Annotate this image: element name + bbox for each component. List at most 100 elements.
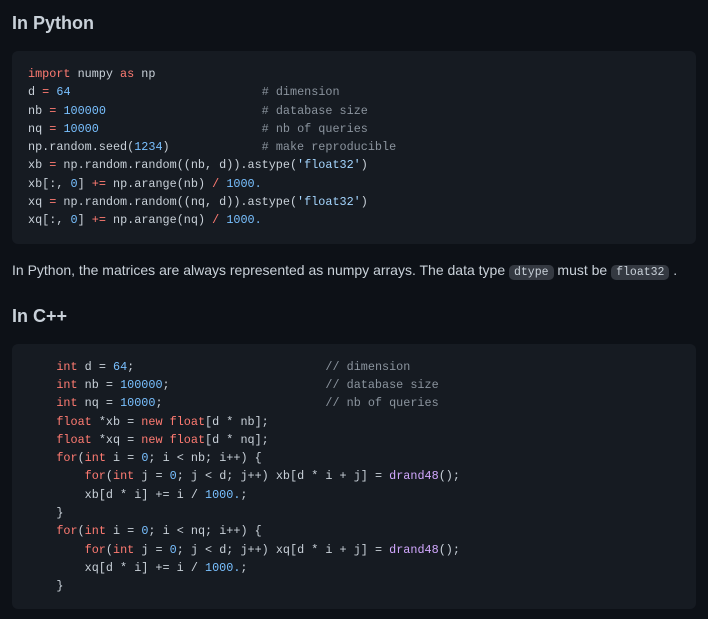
code-token: int (85, 524, 106, 538)
code-token: float (170, 433, 205, 447)
code-token: nb = (78, 378, 120, 392)
code-token: 1234 (134, 140, 162, 154)
text: In Python, the matrices are always repre… (12, 262, 509, 278)
code-token: ; (127, 360, 325, 374)
code-token: 64 (56, 85, 70, 99)
code-token: nq = (78, 396, 120, 410)
code-token (163, 433, 170, 447)
code-token (28, 469, 85, 483)
code-token (28, 506, 56, 520)
code-token: np.random.seed( (28, 140, 134, 154)
code-token: ; j < d; j++) xq[d * i + j] = (177, 543, 389, 557)
code-token (28, 488, 85, 502)
code-token: 10000 (120, 396, 155, 410)
code-token: int (56, 360, 77, 374)
code-token: ; j < d; j++) xb[d * i + j] = (177, 469, 389, 483)
code-token (28, 561, 85, 575)
code-token: ; (163, 378, 326, 392)
code-token: nq (28, 122, 49, 136)
code-token: 1000. (205, 561, 240, 575)
heading-cpp: In C++ (12, 303, 696, 330)
code-token: 0 (70, 213, 77, 227)
heading-python: In Python (12, 10, 696, 37)
code-token: ) (163, 140, 262, 154)
code-token (28, 543, 85, 557)
text: . (669, 262, 677, 278)
code-token: import (28, 67, 70, 81)
code-token: ; (155, 396, 325, 410)
code-token: ) (361, 195, 368, 209)
code-token: numpy (70, 67, 120, 81)
code-token (28, 378, 56, 392)
code-token: ; (240, 488, 247, 502)
text: must be (554, 262, 612, 278)
code-token: // nb of queries (325, 396, 438, 410)
code-token: 'float32' (297, 195, 361, 209)
code-token: ) (361, 158, 368, 172)
code-token: xq[:, (28, 213, 70, 227)
code-token: i = (106, 524, 141, 538)
code-token: as (120, 67, 134, 81)
code-token: xb[:, (28, 177, 70, 191)
code-token (28, 360, 56, 374)
code-token: new (141, 433, 162, 447)
code-token (28, 433, 56, 447)
code-token: 0 (70, 177, 77, 191)
code-token: # make reproducible (262, 140, 397, 154)
code-token: np.arange(nq) (106, 213, 212, 227)
code-token (28, 415, 56, 429)
code-token: } (56, 579, 63, 593)
code-token: for (85, 543, 106, 557)
inline-code: dtype (509, 265, 554, 280)
code-token: i = (106, 451, 141, 465)
code-token: int (56, 396, 77, 410)
code-token: drand48 (389, 543, 439, 557)
code-token (163, 415, 170, 429)
code-token: 'float32' (297, 158, 361, 172)
code-token: for (56, 524, 77, 538)
code-token: 1000. (226, 177, 261, 191)
code-token: int (56, 378, 77, 392)
code-token: 0 (170, 543, 177, 557)
code-token (99, 122, 262, 136)
code-token: xq (28, 195, 49, 209)
code-token: 10000 (63, 122, 98, 136)
code-token: new (141, 415, 162, 429)
code-token: 1000. (226, 213, 261, 227)
code-token: // database size (325, 378, 438, 392)
code-token: # dimension (262, 85, 340, 99)
code-token: ( (78, 524, 85, 538)
paragraph: In Python, the matrices are always repre… (12, 260, 696, 281)
code-token: xq[d * i] += i / (85, 561, 205, 575)
code-token: np (134, 67, 155, 81)
code-token: ] (78, 177, 92, 191)
code-token (28, 396, 56, 410)
code-token: float (56, 433, 91, 447)
code-token: (); (439, 543, 460, 557)
code-token: } (56, 506, 63, 520)
code-token: np.random.random((nb, d)).astype( (56, 158, 297, 172)
code-token: (); (439, 469, 460, 483)
code-token: int (113, 543, 134, 557)
code-token: np.random.random((nq, d)).astype( (56, 195, 297, 209)
code-token: # nb of queries (262, 122, 368, 136)
code-token: 1000. (205, 488, 240, 502)
code-token: *xb = (92, 415, 142, 429)
code-token (28, 579, 56, 593)
code-token: int (113, 469, 134, 483)
code-token: ; (240, 561, 247, 575)
code-token (28, 451, 56, 465)
code-token: ( (106, 543, 113, 557)
code-token: [d * nq]; (205, 433, 269, 447)
code-token: 0 (170, 469, 177, 483)
code-token: += (92, 177, 106, 191)
code-block-python: import numpy as np d = 64 # dimension nb… (12, 51, 696, 244)
code-token: ; i < nb; i++) { (148, 451, 261, 465)
code-token (106, 104, 262, 118)
code-token (71, 85, 262, 99)
code-token: 64 (113, 360, 127, 374)
code-token: ; i < nq; i++) { (148, 524, 261, 538)
code-token: j = (134, 543, 169, 557)
code-token: nb (28, 104, 49, 118)
code-token: float (170, 415, 205, 429)
